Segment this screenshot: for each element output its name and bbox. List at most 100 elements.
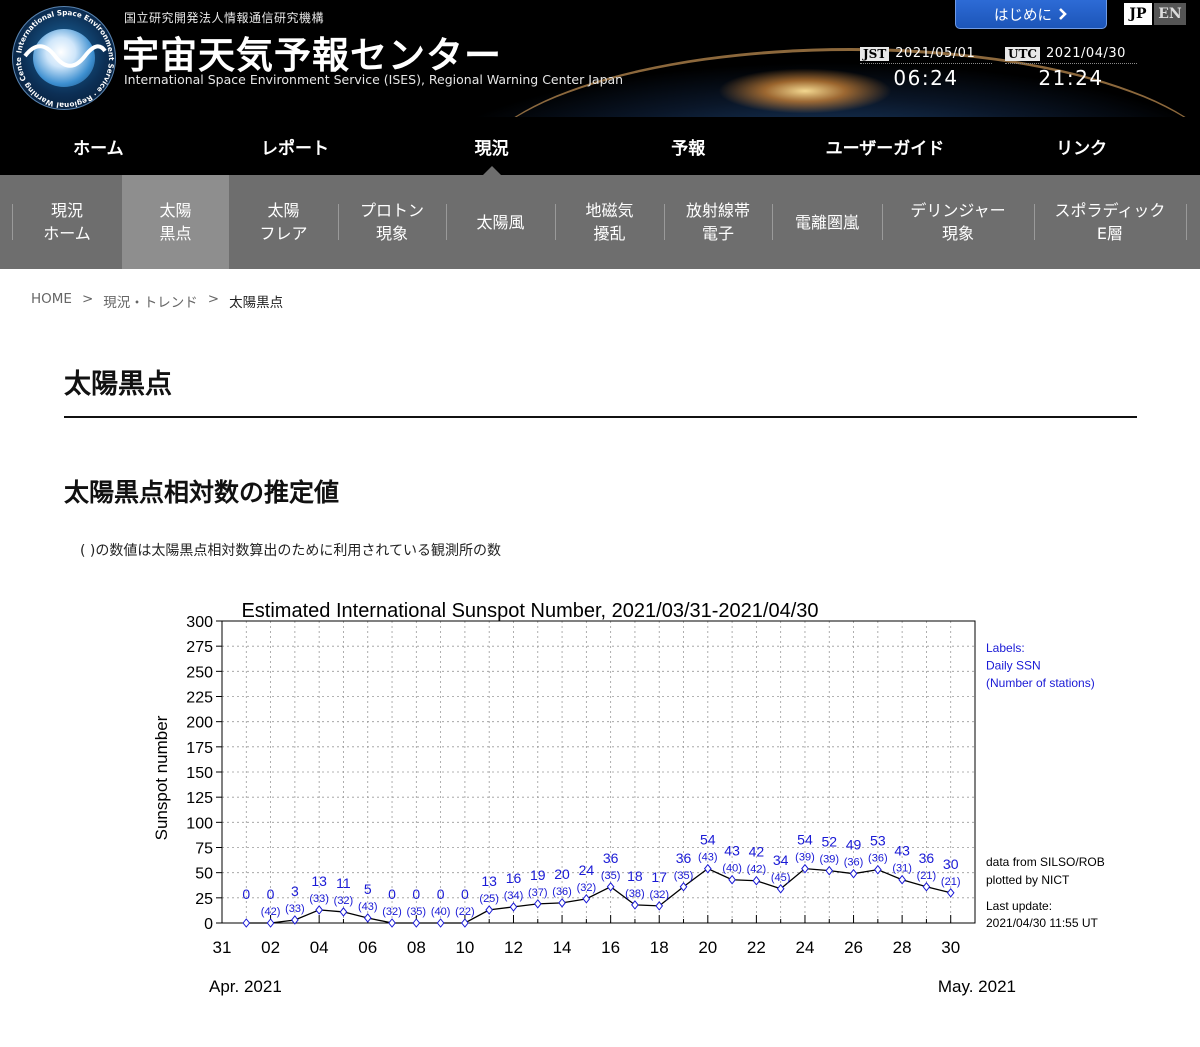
subnav-sporadic-e[interactable]: スポラディック E層 bbox=[1034, 175, 1186, 269]
data-point-marker bbox=[679, 881, 688, 892]
jst-time: 06:24 bbox=[893, 66, 959, 90]
data-label-value: 30 bbox=[943, 856, 959, 872]
update-line: 2021/04/30 11:55 UT bbox=[986, 916, 1099, 930]
data-point-marker bbox=[898, 874, 906, 885]
data-label-stations: (36) bbox=[868, 853, 888, 865]
nav-user-guide[interactable]: ユーザーガイド bbox=[787, 117, 984, 175]
data-label-value: 17 bbox=[651, 869, 667, 885]
breadcrumb-status-trend-link[interactable]: 現況・トレンド bbox=[103, 291, 198, 311]
chart-source-note: data from SILSO/ROB plotted by NICT Last u… bbox=[986, 855, 1105, 930]
data-label-value: 53 bbox=[870, 833, 886, 849]
legend-line: (Number of stations) bbox=[986, 676, 1095, 690]
jst-clock: JST 2021/05/01 06:24 bbox=[860, 46, 992, 90]
breadcrumb-current: 太陽黒点 bbox=[229, 295, 284, 311]
utc-clock: UTC 2021/04/30 21:24 bbox=[1005, 46, 1137, 90]
stations-note: ( )の数値は太陽黒点相対数算出のために利用されている観測所の数 bbox=[80, 543, 501, 559]
data-label-stations: (33) bbox=[309, 893, 329, 905]
data-label-value: 54 bbox=[700, 832, 716, 848]
subnav-proton-event[interactable]: プロトン 現象 bbox=[338, 175, 446, 269]
subnav-sunspots[interactable]: 太陽 黒点 bbox=[122, 175, 229, 269]
data-label-value: 42 bbox=[749, 844, 765, 860]
data-label-value: 0 bbox=[461, 886, 469, 902]
data-label-stations: (21) bbox=[917, 870, 937, 882]
getting-started-button[interactable]: はじめに bbox=[955, 0, 1107, 29]
svg-text:International Space Environmen: International Space Environment Service … bbox=[13, 7, 116, 110]
data-label-stations: (37) bbox=[528, 887, 548, 899]
data-label-stations: (32) bbox=[334, 895, 354, 907]
data-label-stations: (32) bbox=[577, 882, 597, 894]
x-tick-label: 28 bbox=[893, 938, 912, 957]
y-tick-label: 100 bbox=[186, 815, 213, 832]
chart-month-label-right: May. 2021 bbox=[938, 977, 1016, 996]
x-tick-label: 18 bbox=[650, 938, 669, 957]
y-tick-label: 150 bbox=[186, 765, 213, 782]
subnav-ionospheric-storm[interactable]: 電離圏嵐 bbox=[772, 175, 882, 269]
subnav-solar-flare[interactable]: 太陽 フレア bbox=[229, 175, 338, 269]
subnav-radiation-belt[interactable]: 放射線帯 電子 bbox=[664, 175, 772, 269]
data-point-marker bbox=[728, 874, 736, 885]
chart-x-ticks: 31 02 04 06 08 10 12 14 16 18 20 22 24 26 28 30 bbox=[213, 915, 976, 957]
nav-links[interactable]: リンク bbox=[983, 117, 1180, 175]
data-label-stations: (33) bbox=[285, 903, 305, 915]
data-label-stations: (39) bbox=[795, 852, 815, 864]
nav-home[interactable]: ホーム bbox=[0, 117, 197, 175]
data-point-marker bbox=[703, 863, 712, 874]
legend-line: Daily SSN bbox=[986, 659, 1041, 673]
x-tick-label: 04 bbox=[310, 938, 329, 957]
y-tick-label: 175 bbox=[186, 740, 213, 757]
data-point-marker bbox=[533, 899, 542, 909]
chart-y-ticks: 0 25 50 75 100 125 150 175 200 225 250 275 300 bbox=[186, 614, 222, 933]
chevron-right-icon bbox=[1059, 8, 1067, 20]
y-tick-label: 0 bbox=[204, 916, 213, 933]
y-tick-label: 300 bbox=[186, 614, 213, 631]
breadcrumb-home-link[interactable]: HOME bbox=[31, 291, 72, 311]
x-tick-label: 14 bbox=[553, 938, 572, 957]
nav-report[interactable]: レポート bbox=[197, 117, 394, 175]
y-tick-label: 75 bbox=[195, 841, 213, 858]
subnav-dellinger[interactable]: デリンジャー 現象 bbox=[882, 175, 1034, 269]
data-label-stations: (31) bbox=[892, 863, 912, 875]
data-point-marker bbox=[363, 913, 372, 923]
data-label-stations: (38) bbox=[625, 888, 645, 900]
sunspot-number-chart: Estimated International Sunspot Number, … bbox=[152, 600, 1105, 996]
data-point-marker bbox=[266, 918, 275, 928]
data-point-marker bbox=[412, 918, 421, 928]
data-label-stations: (35) bbox=[601, 870, 621, 882]
data-label-value: 0 bbox=[242, 886, 250, 902]
site-title[interactable]: 宇宙天気予報センター bbox=[122, 25, 502, 79]
nav-forecast[interactable]: 予報 bbox=[590, 117, 787, 175]
nict-space-weather-logo[interactable]: International Space Environment Service … bbox=[12, 6, 116, 110]
x-tick-label: 08 bbox=[407, 938, 426, 957]
chart-legend: Labels: Daily SSN (Number of stations) bbox=[986, 641, 1095, 690]
chart-grid bbox=[221, 620, 976, 924]
utc-time: 21:24 bbox=[1038, 66, 1104, 90]
data-label-value: 16 bbox=[506, 870, 522, 886]
language-jp-button[interactable]: JP bbox=[1124, 3, 1152, 25]
data-label-value: 43 bbox=[724, 843, 740, 859]
logo-ring-text: International Space Environment Service … bbox=[13, 7, 116, 110]
data-label-value: 43 bbox=[894, 843, 910, 859]
data-label-stations: (45) bbox=[771, 872, 791, 884]
page-title: 太陽黒点 bbox=[64, 369, 172, 400]
data-label-value: 0 bbox=[412, 886, 420, 902]
data-label-value: 20 bbox=[554, 866, 570, 882]
data-label-stations: (34) bbox=[504, 890, 524, 902]
x-tick-label: 06 bbox=[358, 938, 377, 957]
data-label-stations: (43) bbox=[698, 852, 718, 864]
data-label-stations: (22) bbox=[455, 906, 475, 918]
data-point-marker bbox=[242, 918, 251, 928]
data-label-value: 11 bbox=[336, 875, 351, 891]
data-label-stations: (35) bbox=[674, 870, 694, 882]
language-en-button[interactable]: EN bbox=[1154, 3, 1186, 25]
legend-line: Labels: bbox=[986, 641, 1025, 655]
subnav-solar-wind[interactable]: 太陽風 bbox=[446, 175, 555, 269]
chart-month-label-left: Apr. 2021 bbox=[209, 977, 282, 996]
sub-navigation: 現況 ホーム 太陽 黒点 太陽 フレア プロトン 現象 太陽風 地磁気 擾乱 放… bbox=[0, 175, 1200, 269]
data-point-marker bbox=[631, 900, 639, 910]
x-tick-label: 20 bbox=[698, 938, 717, 957]
main-navigation: ホーム レポート 現況 予報 ユーザーガイド リンク bbox=[0, 117, 1200, 175]
y-tick-label: 275 bbox=[186, 639, 213, 656]
subnav-geomagnetic-storm[interactable]: 地磁気 擾乱 bbox=[555, 175, 664, 269]
nav-current-status[interactable]: 現況 bbox=[393, 117, 590, 175]
subnav-status-home[interactable]: 現況 ホーム bbox=[12, 175, 122, 269]
